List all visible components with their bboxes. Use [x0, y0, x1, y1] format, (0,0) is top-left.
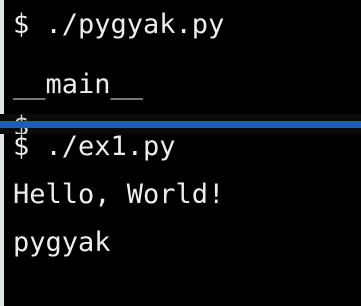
pane-divider-bar[interactable] — [0, 121, 361, 128]
terminal-line-pygyak-output: pygyak — [13, 227, 111, 258]
terminal-line-command-pygyak: $ ./pygyak.py — [13, 9, 225, 40]
terminal-output-top[interactable]: $ ./pygyak.py __main__ — [4, 0, 361, 114]
terminal-output-bottom[interactable]: $ ./ex1.py Hello, World! pygyak — [4, 134, 361, 306]
terminal-line-hello-output: Hello, World! — [13, 179, 225, 210]
terminal-line-main-output: __main__ — [13, 69, 144, 100]
pane-divider[interactable]: $ — [0, 111, 361, 142]
terminal-window: $ ./pygyak.py __main__ $ $ ./ex1.py Hell… — [0, 0, 361, 306]
terminal-line-command-ex1: $ ./ex1.py — [13, 134, 176, 162]
